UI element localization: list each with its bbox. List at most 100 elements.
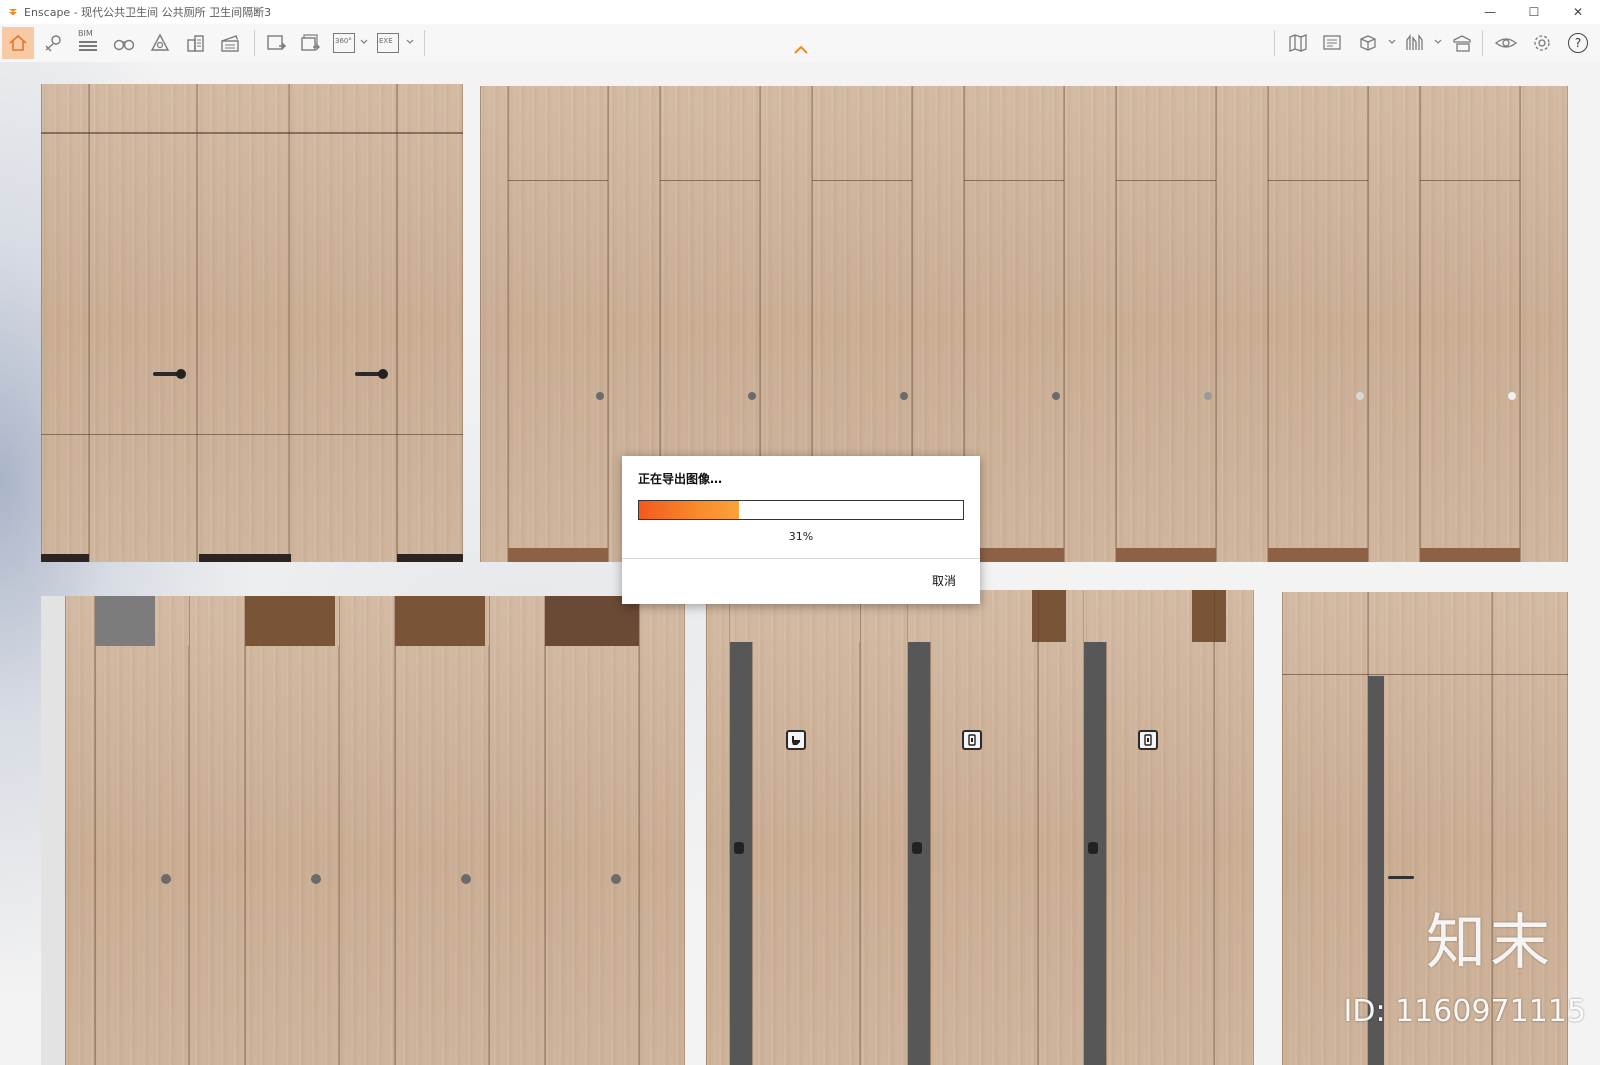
title-separator: -	[70, 5, 82, 19]
asset-library-button[interactable]	[1446, 27, 1478, 59]
home-button[interactable]	[2, 27, 34, 59]
partition-group-top-left	[41, 84, 463, 562]
export-progress-dialog: 正在导出图像… 31% 取消	[622, 456, 980, 604]
partition-panel	[1520, 86, 1568, 562]
toilet-sign-icon	[786, 730, 806, 750]
partition-foot	[199, 554, 291, 562]
partition-panel	[189, 596, 245, 1065]
sketch-dropdown-button[interactable]	[1434, 38, 1442, 46]
partition-panel	[1368, 86, 1420, 562]
watermark-id: ID: 1160971115	[1343, 994, 1586, 1029]
title-bar: Enscape - 现代公共卫生间 公共厕所 卫生间隔断3 — ☐ ✕	[0, 0, 1600, 24]
settings-gear-icon	[1534, 35, 1550, 51]
minimize-button[interactable]: —	[1468, 0, 1512, 24]
partition-foot	[1420, 548, 1520, 562]
partition-panel	[1214, 590, 1254, 1065]
partition-opening	[395, 596, 485, 646]
door-knob	[1508, 392, 1516, 400]
door-knob	[611, 874, 621, 884]
batch-render-button[interactable]	[294, 27, 326, 59]
divider-line	[508, 180, 608, 181]
map-button[interactable]	[1282, 27, 1314, 59]
help-button[interactable]: ?	[1562, 27, 1594, 59]
panorama-icon: 360°	[333, 33, 355, 53]
partition-panel	[639, 596, 685, 1065]
chevron-down-icon	[1434, 39, 1442, 44]
door-knob	[1204, 392, 1212, 400]
partition-panel	[289, 84, 397, 562]
door-knob	[748, 392, 756, 400]
partition-foot	[397, 554, 463, 562]
partition-panel	[1420, 86, 1520, 562]
sketch-icon	[1406, 34, 1423, 50]
partition-foot	[1116, 548, 1216, 562]
partition-panel	[41, 84, 89, 562]
cancel-button[interactable]: 取消	[932, 572, 956, 589]
screen-capture-button[interactable]	[1316, 27, 1348, 59]
sketch-button[interactable]	[1398, 27, 1430, 59]
collapse-toolbar-icon[interactable]	[793, 44, 809, 56]
door-knob	[1356, 392, 1364, 400]
panorama-button[interactable]: 360°	[328, 27, 360, 59]
chevron-down-icon	[360, 39, 368, 44]
visual-settings-button[interactable]	[1490, 27, 1522, 59]
atmosphere-button[interactable]	[144, 27, 176, 59]
bim-info-icon: BIM	[77, 29, 99, 55]
partition-opening	[245, 596, 335, 646]
partition-side-wall	[41, 596, 65, 1065]
binoculars-button[interactable]	[108, 27, 140, 59]
divider-line	[964, 180, 1064, 181]
partition-panel	[1038, 590, 1084, 1065]
map-icon	[1289, 34, 1307, 52]
partition-panel	[89, 84, 197, 562]
partition-foot	[41, 554, 89, 562]
divider-line	[1116, 180, 1216, 181]
maximize-button[interactable]: ☐	[1512, 0, 1556, 24]
partition-front	[706, 590, 1254, 1065]
views-button[interactable]	[38, 27, 70, 59]
partition-front	[65, 596, 685, 1065]
door-latch	[912, 842, 922, 854]
cube-dropdown-button[interactable]	[1388, 38, 1396, 46]
help-glyph: ?	[1574, 36, 1582, 50]
toilet-sign-icon	[1138, 730, 1158, 750]
toolbar-separator	[254, 30, 255, 56]
close-button[interactable]: ✕	[1556, 0, 1600, 24]
atmosphere-icon	[150, 33, 170, 51]
chevron-down-icon	[1388, 39, 1396, 44]
progress-percent: 31%	[788, 530, 814, 543]
dialog-title: 正在导出图像…	[638, 472, 723, 486]
export-exe-button[interactable]: EXE	[372, 27, 404, 59]
clapper-icon	[221, 35, 239, 52]
door-knob	[1052, 392, 1060, 400]
visual-settings-icon	[1494, 38, 1518, 48]
progress-bar	[638, 500, 964, 520]
close-icon: ✕	[1572, 5, 1584, 19]
door-handle	[1388, 876, 1414, 879]
partition-panel	[489, 596, 545, 1065]
buildings-button[interactable]	[180, 27, 212, 59]
door-knob	[596, 392, 604, 400]
divider-line	[812, 180, 912, 181]
door-knob	[900, 392, 908, 400]
panorama-dropdown-button[interactable]	[360, 38, 368, 46]
export-dropdown-button[interactable]	[406, 38, 414, 46]
divider-line	[660, 180, 760, 181]
video-editor-button[interactable]	[214, 27, 246, 59]
bim-button[interactable]: BIM	[72, 27, 104, 59]
chevron-down-icon	[406, 39, 414, 44]
watermark-logo: 知末	[1426, 908, 1554, 978]
cube-button[interactable]	[1352, 27, 1384, 59]
toolbar-separator	[424, 30, 425, 56]
render-image-button[interactable]	[260, 27, 292, 59]
door-latch	[734, 842, 744, 854]
progress-fill	[639, 501, 740, 519]
exe-label: EXE	[379, 37, 393, 45]
map-pin-icon	[45, 35, 61, 52]
divider-line	[41, 434, 463, 435]
settings-button[interactable]	[1526, 27, 1558, 59]
stall-door	[1106, 642, 1214, 1065]
partition-panel	[339, 596, 395, 1065]
cube-icon	[1360, 35, 1376, 51]
buildings-icon	[187, 35, 204, 52]
